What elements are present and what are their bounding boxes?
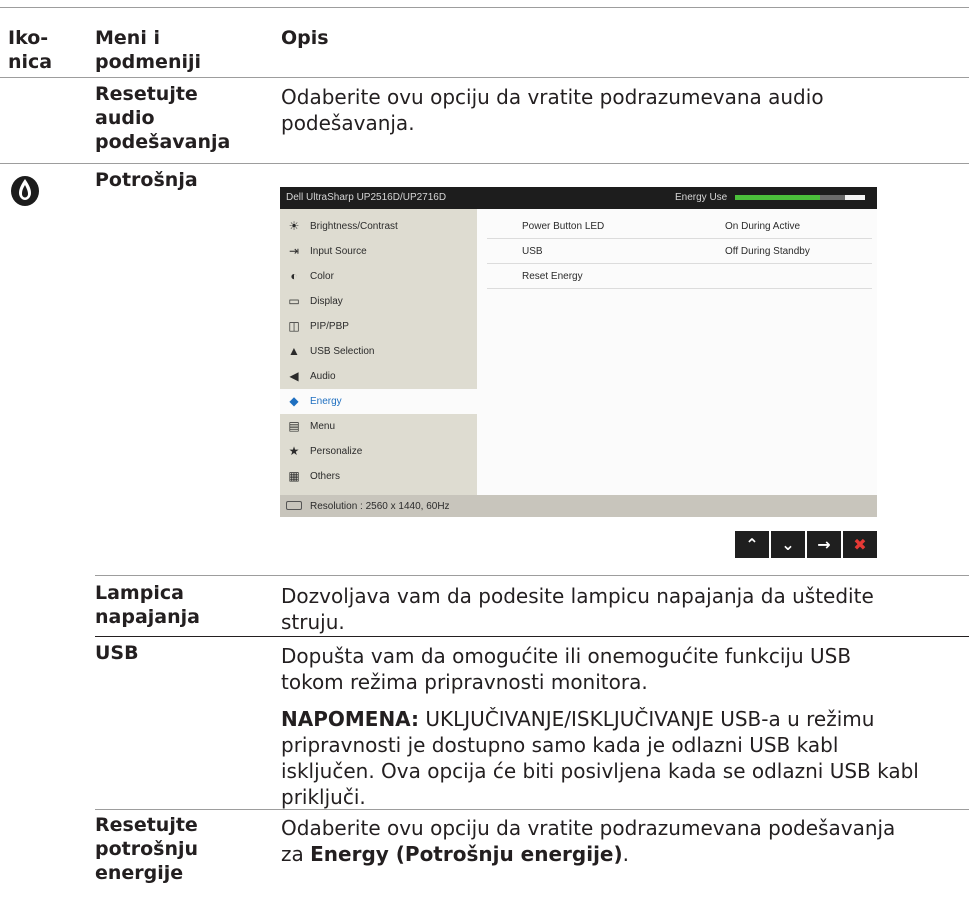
osd-setting-row[interactable]: Power Button LED On During Active [487,214,872,239]
reset-energy-desc-line2: za Energy (Potrošnju energije). [281,841,629,867]
osd-menu-item[interactable]: ☀ Brightness/Contrast [280,214,477,239]
osd-menu-item[interactable]: ⇥ Input Source [280,239,477,264]
display-icon: ▭ [288,294,300,308]
header-icon-col: Iko- nica [8,27,53,73]
osd-menu-item[interactable]: ◀ Audio [280,364,477,389]
osd-setting-row[interactable]: Reset Energy [487,264,872,289]
osd-menu-item-label: Others [310,471,341,482]
color-icon: ◐ [290,269,298,283]
osd-menu-item-label: Personalize [310,446,363,457]
usb-note-first: UKLJUČIVANJE/ISKLJUČIVANJE USB-a u režim… [419,707,875,731]
osd-menu-item[interactable]: ▲ USB Selection [280,339,477,364]
right-button[interactable]: → [807,531,841,558]
osd-menu-item-label: Color [310,271,334,282]
reset-energy-desc-post: . [622,842,629,866]
osd-menu: ☀ Brightness/Contrast ⇥ Input Source ◐ Color ▭… [280,209,477,495]
osd-menu-item[interactable]: ▭ Display [280,289,477,314]
osd-menu-item-label: Energy [310,396,342,407]
reset-energy-desc-line1: Odaberite ovu opciju da vratite podrazum… [281,816,896,840]
header-desc-col: Opis [281,27,329,49]
osd-nav-buttons: ⌃ ⌄ → ✖ [735,531,877,558]
osd-status-bar: Resolution : 2560 x 1440, 60Hz [280,495,877,517]
osd-menu-item-label: Brightness/Contrast [310,221,398,232]
chevron-up-icon: ⌃ [745,535,759,554]
star-icon: ★ [288,444,300,458]
osd-menu-item-label: PIP/PBP [310,321,349,332]
osd-setting-value: On During Active [725,221,801,232]
top-rule [0,7,969,8]
down-button[interactable]: ⌄ [771,531,805,558]
power-led-desc: Dozvoljava vam da podesite lampicu napaj… [281,584,874,634]
energy-name: Potrošnja [95,169,198,191]
osd-menu-item-label: Input Source [310,246,367,257]
osd-setting-key: USB [522,246,543,257]
usb-name: USB [95,642,139,664]
osd-menu-item-label: Display [310,296,343,307]
row-rule [95,575,969,576]
osd-screenshot: Dell UltraSharp UP2516D/UP2716D Energy U… [280,187,877,517]
osd-setting-key: Reset Energy [522,271,583,282]
osd-submenu: Power Button LED On During Active USB Off D… [477,209,877,495]
reset-energy-desc-pre: za [281,842,311,866]
reset-audio-name: Resetujte audio podešavanja [95,83,231,153]
row-rule [95,809,969,810]
resolution-icon [286,501,302,510]
power-led-name: Lampica napajanja [95,582,200,628]
input-source-icon: ⇥ [288,244,300,258]
usb-desc: Dopušta vam da omogućite ili onemogućite… [281,644,852,694]
arrow-right-icon: → [817,535,831,554]
osd-menu-item-label: Menu [310,421,336,432]
resolution-text: Resolution : 2560 x 1440, 60Hz [310,501,450,512]
osd-menu-item-label: USB Selection [310,346,375,357]
osd-menu-item[interactable]: ▦ Others [280,464,477,489]
energy-drop-icon [10,171,40,207]
osd-menu-item[interactable]: ◐ Color [280,264,477,289]
osd-menu-item[interactable]: ◫ PIP/PBP [280,314,477,339]
close-icon: ✖ [853,535,867,554]
reset-energy-name: Resetujte potrošnju energije [95,814,199,884]
row-rule [0,163,969,164]
energy-use-remaining [845,195,865,200]
energy-use-label: Energy Use [675,192,728,203]
osd-model-name: Dell UltraSharp UP2516D/UP2716D [286,192,447,203]
energy-icon: ◆ [289,394,299,408]
row-rule [95,636,969,637]
osd-setting-row[interactable]: USB Off During Standby [487,239,872,264]
up-button[interactable]: ⌃ [735,531,769,558]
pip-icon: ◫ [288,319,300,333]
osd-setting-key: Power Button LED [522,221,605,232]
osd-menu-item[interactable]: ▤ Menu [280,414,477,439]
energy-use-fill [735,195,820,200]
energy-use-bar [735,195,865,200]
brightness-icon: ☀ [288,219,300,233]
usb-note-label: NAPOMENA: [281,707,420,731]
osd-setting-value: Off During Standby [725,246,810,257]
osd-menu-item[interactable]: ◆ Energy [280,389,477,414]
osd-menu-item[interactable]: ★ Personalize [280,439,477,464]
reset-audio-desc: Odaberite ovu opciju da vratite podrazum… [281,85,824,135]
audio-icon: ◀ [289,369,299,383]
osd-menu-item-label: Audio [310,371,336,382]
usb-selection-icon: ▲ [288,344,300,358]
others-icon: ▦ [288,469,300,483]
close-button[interactable]: ✖ [843,531,877,558]
usb-note-rest: pripravnosti je dostupno samo kada je od… [281,733,919,809]
menu-icon: ▤ [288,419,300,433]
reset-energy-desc-bold: Energy (Potrošnju energije) [310,842,623,866]
chevron-down-icon: ⌄ [781,535,795,554]
osd-title-bar: Dell UltraSharp UP2516D/UP2716D Energy U… [280,187,877,209]
usb-note: NAPOMENA: UKLJUČIVANJE/ISKLJUČIVANJE USB… [281,706,874,732]
header-rule [0,77,969,78]
header-menu-col: Meni i podmeniji [95,27,202,73]
